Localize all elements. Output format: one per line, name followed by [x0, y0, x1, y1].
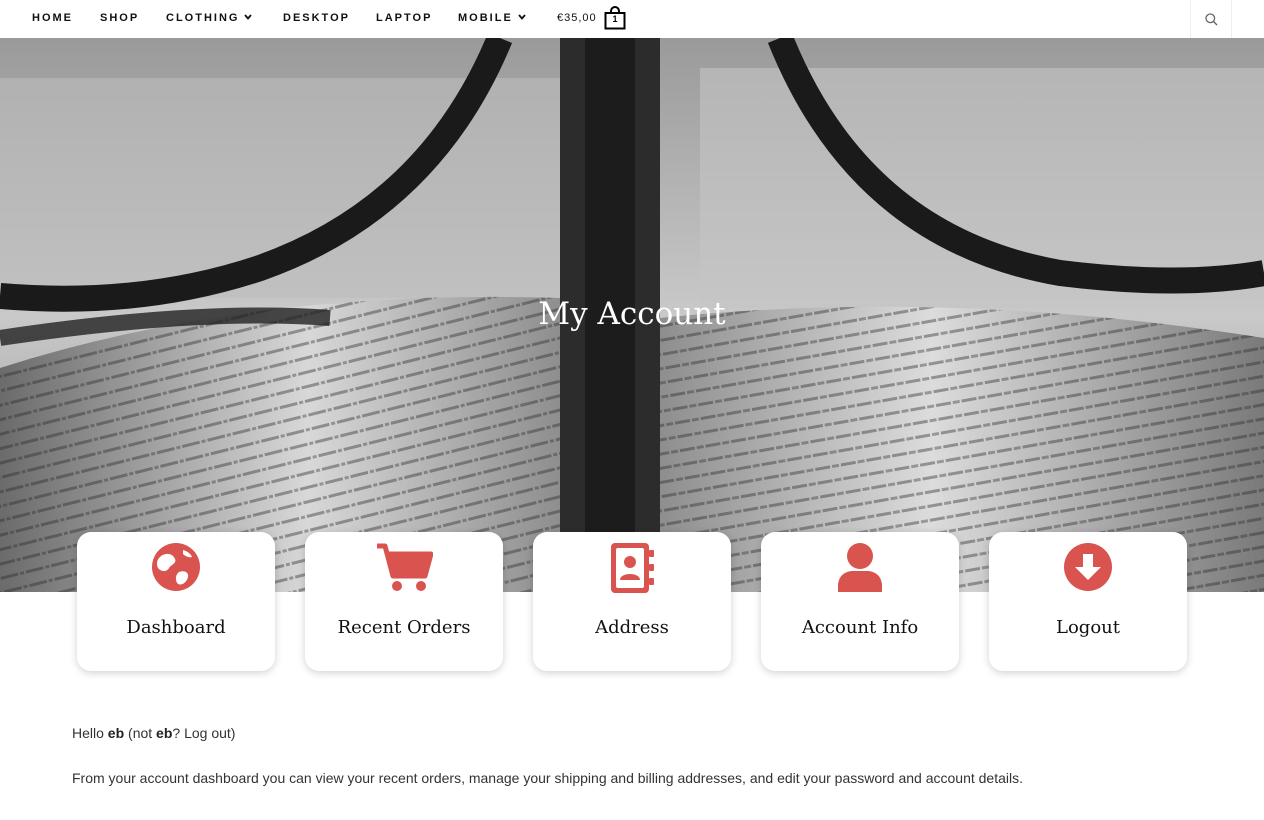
nav-item-desktop[interactable]: DESKTOP	[283, 0, 350, 36]
hello-label: Hello	[72, 725, 104, 741]
search-icon	[1204, 12, 1217, 25]
nav-label: DESKTOP	[283, 12, 350, 24]
nav-item-mobile[interactable]: MOBILE	[458, 0, 526, 36]
account-card-label: Logout	[1056, 617, 1120, 638]
chevron-down-icon	[518, 14, 526, 20]
nav-label: MOBILE	[458, 12, 513, 24]
cart-count-badge: 1	[612, 14, 618, 24]
cart-total[interactable]: €35,00	[557, 0, 597, 36]
cart-icon	[377, 543, 433, 591]
account-card-label: Account Info	[801, 617, 919, 638]
page-title: My Account	[538, 296, 726, 332]
cart-total-amount: €35,00	[557, 12, 597, 24]
nav-item-home[interactable]: HOME	[32, 0, 73, 36]
hero-banner: My Account	[0, 38, 1264, 592]
dashboard-description: From your account dashboard you can view…	[72, 770, 1023, 786]
nav-label: HOME	[32, 12, 73, 24]
account-card-account-info[interactable]: Account Info	[761, 532, 959, 671]
nav-item-shop[interactable]: SHOP	[100, 0, 139, 36]
cart-bag-button[interactable]: 1	[604, 6, 626, 30]
chevron-down-icon	[244, 14, 253, 20]
download-circle-icon	[1064, 543, 1112, 591]
top-navigation: HOME SHOP CLOTHING DESKTOP LAPTOP MOBILE…	[0, 0, 1264, 38]
account-card-logout[interactable]: Logout	[989, 532, 1187, 671]
nav-label: SHOP	[100, 12, 140, 24]
account-card-label: Recent Orders	[337, 617, 471, 638]
account-card-dashboard[interactable]: Dashboard	[77, 532, 275, 671]
nav-label: CLOTHING	[166, 12, 240, 24]
logout-link[interactable]: ? Log out)	[172, 725, 235, 741]
account-card-label: Address	[595, 617, 669, 638]
account-card-label: Dashboard	[126, 617, 226, 638]
username: eb	[107, 725, 125, 741]
account-card-address[interactable]: Address	[533, 532, 731, 671]
globe-icon	[152, 543, 200, 591]
search-button[interactable]	[1190, 0, 1232, 38]
not-user-prefix: (not	[128, 725, 153, 741]
nav-label: LAPTOP	[376, 12, 433, 24]
greeting-text: Hello eb (not eb? Log out)	[72, 725, 235, 741]
account-card-recent-orders[interactable]: Recent Orders	[305, 532, 503, 671]
nav-item-laptop[interactable]: LAPTOP	[376, 0, 432, 36]
nav-item-clothing[interactable]: CLOTHING	[166, 0, 253, 36]
user-icon	[838, 543, 882, 592]
address-book-icon	[611, 543, 654, 593]
not-username: eb	[156, 725, 173, 741]
